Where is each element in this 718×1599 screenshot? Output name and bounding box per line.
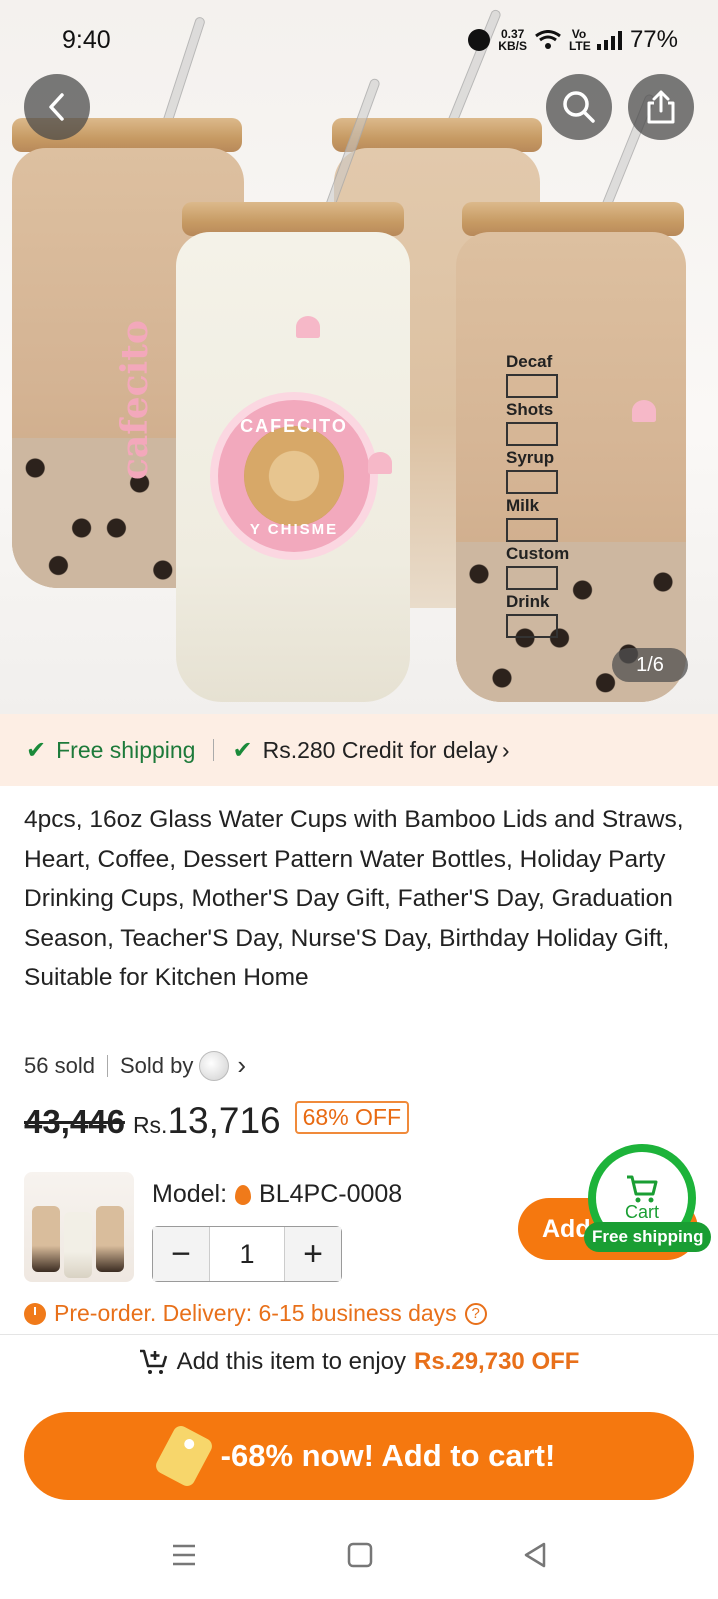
heart-icon [632, 400, 656, 422]
checklist-label: Shots [506, 400, 554, 419]
sale-price: 13,716 [167, 1100, 281, 1141]
product-title: 4pcs, 16oz Glass Water Cups with Bamboo … [24, 806, 684, 991]
concha-icon [244, 426, 344, 526]
cafecito-seal: CAFECITO Y CHISME [210, 392, 378, 560]
back-button[interactable] [24, 74, 90, 140]
original-price: 43,446 [24, 1103, 125, 1140]
decrease-quantity-button[interactable]: − [153, 1227, 209, 1281]
status-time: 9:40 [62, 26, 111, 54]
battery-level: 77% [629, 26, 678, 53]
add-to-cart-button[interactable]: -68% now! Add to cart! [24, 1412, 694, 1500]
increase-quantity-button[interactable]: + [285, 1227, 341, 1281]
divider [106, 1054, 108, 1077]
cart-icon [627, 1175, 658, 1202]
discount-badge: 68% OFF [294, 1100, 410, 1134]
add-to-cart-label: -68% now! Add to cart! [220, 1438, 556, 1473]
checklist-box [506, 566, 558, 590]
jar-lid [182, 202, 404, 236]
search-button[interactable] [546, 74, 612, 140]
cafecito-text: cafecito [114, 320, 156, 480]
cart-label: Cart [624, 1201, 659, 1222]
delay-credit-label: Rs.280 Credit for delay [262, 736, 498, 763]
section-divider [0, 1334, 718, 1335]
cart-free-shipping-badge: Free shipping [584, 1222, 712, 1252]
back-nav-icon[interactable] [523, 1542, 547, 1568]
checklist-box [506, 374, 558, 398]
alarm-icon [468, 29, 491, 51]
seal-top-text: CAFECITO [240, 416, 348, 436]
lte-indicator: Vo LTE [568, 27, 591, 53]
checklist-label: Decaf [506, 352, 553, 371]
seal-bottom-text: Y CHISME [249, 521, 339, 538]
jar-checklist: Decaf Shots Syrup Milk Custom Drink [456, 232, 686, 702]
seller-avatar[interactable] [199, 1050, 230, 1081]
thumb-jar [32, 1206, 60, 1272]
delivery-text: Pre-order. Delivery: 6-15 business days [54, 1300, 457, 1326]
product-image-gallery[interactable]: 9:40 0.37 KB/S Vo LTE 77% cafecito CAFEC… [0, 0, 718, 714]
quantity-stepper[interactable]: − 1 + [152, 1226, 342, 1282]
system-navigation-bar [0, 1510, 718, 1599]
check-icon: ✔ [26, 736, 47, 764]
jar-cafecito-y-chisme: CAFECITO Y CHISME [176, 232, 410, 702]
menu-icon[interactable] [171, 1543, 197, 1567]
promo-banner: Add this item to enjoy Rs.29,730 OFF [0, 1348, 718, 1376]
delivery-info: Pre-order. Delivery: 6-15 business days … [24, 1300, 487, 1327]
status-bar: 9:40 0.37 KB/S Vo LTE 77% [0, 0, 718, 82]
wifi-icon [535, 30, 561, 49]
sold-by-label: Sold by [119, 1052, 194, 1078]
currency-symbol: Rs. [132, 1112, 168, 1138]
status-icons: 0.37 KB/S Vo LTE 77% [468, 26, 678, 54]
checklist-box [506, 518, 558, 542]
thumb-jar [64, 1212, 92, 1278]
flame-icon [235, 1184, 252, 1205]
image-counter: 1/6 [612, 648, 688, 682]
check-icon: ✔ [232, 736, 253, 764]
signal-icon [596, 30, 622, 50]
checklist-label: Syrup [506, 448, 555, 467]
network-speed: 0.37 KB/S [498, 28, 527, 52]
search-icon [563, 91, 595, 123]
drink-checklist: Decaf Shots Syrup Milk Custom Drink [506, 352, 570, 640]
share-button[interactable] [628, 74, 694, 140]
model-selector[interactable]: Model: BL4PC-0008 [152, 1180, 402, 1209]
model-label: Model: [152, 1180, 228, 1208]
chevron-right-icon: › [501, 736, 510, 763]
price-row: 43,446 Rs. 13,716 68% OFF [24, 1100, 410, 1142]
checklist-label: Milk [506, 496, 540, 515]
shipping-strip[interactable]: ✔ Free shipping ✔ Rs.280 Credit for dela… [0, 714, 718, 786]
cart-plus-icon [139, 1349, 167, 1374]
checklist-box [506, 422, 558, 446]
chevron-left-icon [49, 93, 64, 121]
divider [213, 739, 215, 761]
quantity-value[interactable]: 1 [209, 1227, 285, 1281]
checklist-box [506, 470, 558, 494]
checklist-label: Drink [506, 592, 550, 611]
promo-amount: Rs.29,730 OFF [414, 1348, 580, 1375]
model-value: BL4PC-0008 [259, 1180, 403, 1208]
share-icon [647, 90, 675, 124]
free-shipping-label: Free shipping [56, 736, 196, 763]
heart-icon [296, 316, 320, 338]
promo-text: Add this item to enjoy [176, 1348, 407, 1375]
clock-icon [24, 1302, 46, 1325]
checklist-box [506, 614, 558, 638]
sold-count: 56 sold [24, 1052, 95, 1078]
chevron-right-icon[interactable]: › [237, 1050, 246, 1081]
sales-info: 56 sold Sold by › [24, 1050, 246, 1081]
price-tag-icon [152, 1423, 215, 1489]
help-icon[interactable]: ? [464, 1302, 487, 1325]
network-speed-unit: KB/S [498, 39, 527, 53]
heart-icon [368, 452, 392, 474]
thumb-jar [96, 1206, 124, 1272]
home-icon[interactable] [347, 1542, 373, 1568]
jar-lid [462, 202, 684, 236]
variant-thumbnail[interactable] [24, 1172, 134, 1282]
checklist-label: Custom [506, 544, 570, 563]
